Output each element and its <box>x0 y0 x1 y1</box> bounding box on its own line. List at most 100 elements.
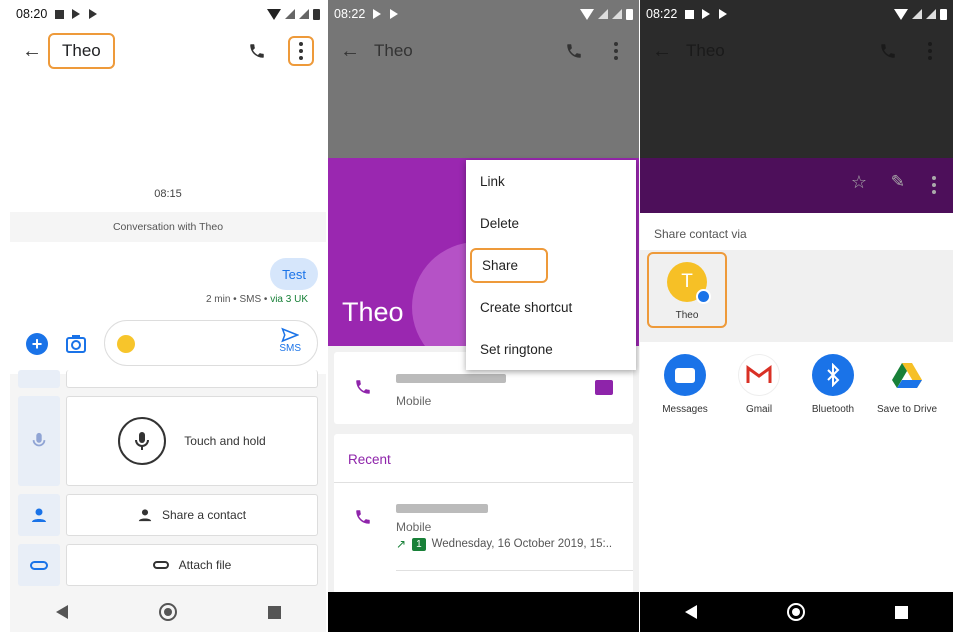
status-bar: 08:22 <box>328 0 639 28</box>
wifi-icon <box>580 8 594 20</box>
notification-icon <box>685 9 695 19</box>
contact-initial: T <box>681 271 693 292</box>
play-store-icon <box>89 9 98 19</box>
recent-phone-type: Mobile <box>396 520 432 534</box>
outgoing-call-icon: ↗ <box>396 537 407 551</box>
message-via: via 3 UK <box>270 294 308 305</box>
nav-back-icon[interactable] <box>685 605 697 619</box>
phone-icon[interactable] <box>354 508 372 526</box>
share-sheet: Share contact via T Theo Messages Gmail … <box>640 213 953 592</box>
voice-record-button[interactable]: Touch and hold <box>66 396 318 486</box>
contact-header: ☆ ✎ <box>640 158 953 213</box>
contact-tab[interactable] <box>18 494 60 536</box>
signal-icon <box>912 9 922 19</box>
voice-tab[interactable] <box>18 396 60 486</box>
share-target-label: Save to Drive <box>876 404 938 415</box>
add-icon[interactable]: + <box>26 333 48 355</box>
contact-header-name: Theo <box>342 297 404 327</box>
camera-icon[interactable] <box>64 332 88 356</box>
attach-file-button[interactable]: Attach file <box>66 544 318 586</box>
signal-icon <box>612 9 622 19</box>
recent-header: Recent <box>348 452 391 467</box>
share-target-messages[interactable]: Messages <box>650 354 720 415</box>
phone-icon[interactable] <box>354 378 372 396</box>
message-icon[interactable] <box>595 380 613 395</box>
phone-type: Mobile <box>396 394 432 408</box>
attach-tab[interactable] <box>18 544 60 586</box>
phone-icon[interactable] <box>248 42 266 60</box>
navigation-bar <box>328 592 639 632</box>
back-arrow-icon[interactable]: ← <box>652 40 672 63</box>
compose-bar: + SMS <box>10 318 326 370</box>
menu-item-create-shortcut[interactable]: Create shortcut <box>466 286 636 328</box>
redacted-number <box>396 504 488 513</box>
battery-icon <box>313 8 320 20</box>
divider <box>334 482 633 483</box>
message-meta-text: 2 min • SMS • <box>205 294 271 305</box>
microphone-circle-icon <box>118 417 167 465</box>
phone-icon[interactable] <box>879 42 897 60</box>
share-target-drive[interactable]: Save to Drive <box>872 354 942 415</box>
attachment-tab-top <box>18 370 60 388</box>
menu-item-delete[interactable]: Delete <box>466 202 636 244</box>
nav-home-icon[interactable] <box>158 603 177 621</box>
bluetooth-icon <box>812 354 854 396</box>
message-input[interactable]: SMS <box>104 320 318 366</box>
gmail-icon <box>738 354 780 396</box>
contact-app-bar: ← Theo <box>328 28 639 74</box>
contact-name-title: Theo <box>686 41 725 60</box>
message-meta: 2 min • SMS • via 3 UK <box>206 294 308 305</box>
nav-recents-icon[interactable] <box>267 605 281 619</box>
menu-item-link[interactable]: Link <box>466 160 636 202</box>
status-time: 08:22 <box>334 7 366 21</box>
share-contact-button[interactable]: Share a contact <box>66 494 318 536</box>
contact-name-title[interactable]: Theo <box>48 33 115 69</box>
nav-recents-icon[interactable] <box>895 605 908 619</box>
direct-share-label: Theo <box>675 310 699 321</box>
share-target-gmail[interactable]: Gmail <box>724 354 794 415</box>
messages-badge-icon <box>696 289 711 304</box>
signal-icon <box>299 9 309 19</box>
share-target-label: Gmail <box>745 404 773 415</box>
sim-badge: 1 <box>412 537 426 551</box>
emoji-icon[interactable] <box>117 335 135 353</box>
menu-item-share[interactable]: Share <box>470 247 549 283</box>
back-arrow-icon[interactable]: ← <box>22 40 42 63</box>
star-icon[interactable]: ☆ <box>851 172 867 193</box>
send-sms-label: SMS <box>279 343 301 354</box>
share-target-bluetooth[interactable]: Bluetooth <box>798 354 868 415</box>
more-options-icon[interactable] <box>605 37 627 65</box>
signal-icon <box>285 9 295 19</box>
more-options-icon[interactable] <box>923 171 945 199</box>
back-arrow-icon[interactable]: ← <box>340 40 360 63</box>
send-icon <box>281 327 300 343</box>
share-target-label: Messages <box>662 404 708 415</box>
battery-icon <box>940 8 947 20</box>
play-store-icon <box>719 9 728 19</box>
battery-icon <box>626 8 633 20</box>
recent-card: Recent Mobile ↗ 1 Wednesday, 16 October … <box>334 434 633 594</box>
share-sheet-title: Share contact via <box>654 227 747 241</box>
nav-home-icon[interactable] <box>787 603 805 621</box>
more-options-icon[interactable] <box>288 36 314 66</box>
status-time: 08:20 <box>16 7 48 21</box>
send-sms-button[interactable]: SMS <box>279 327 301 354</box>
microphone-icon <box>32 432 46 447</box>
phone-icon[interactable] <box>565 42 583 60</box>
navigation-bar <box>640 592 953 632</box>
attachment-tile-top <box>66 370 318 388</box>
person-icon <box>32 508 46 522</box>
more-options-icon[interactable] <box>919 37 941 65</box>
menu-item-set-ringtone[interactable]: Set ringtone <box>466 328 636 370</box>
message-timestamp: 08:15 <box>154 188 182 200</box>
direct-share-contact[interactable]: T Theo <box>647 252 727 328</box>
nav-back-icon[interactable] <box>55 605 68 619</box>
direct-share-row: T Theo <box>640 250 953 342</box>
sent-message-bubble[interactable]: Test <box>270 258 318 290</box>
redacted-number <box>396 374 506 383</box>
contact-app-bar: ← Theo <box>640 28 953 74</box>
edit-icon[interactable]: ✎ <box>891 172 905 192</box>
menu-item-share-wrap[interactable]: Share <box>466 244 636 286</box>
attach-file-label: Attach file <box>178 558 232 572</box>
status-time: 08:22 <box>646 7 678 21</box>
